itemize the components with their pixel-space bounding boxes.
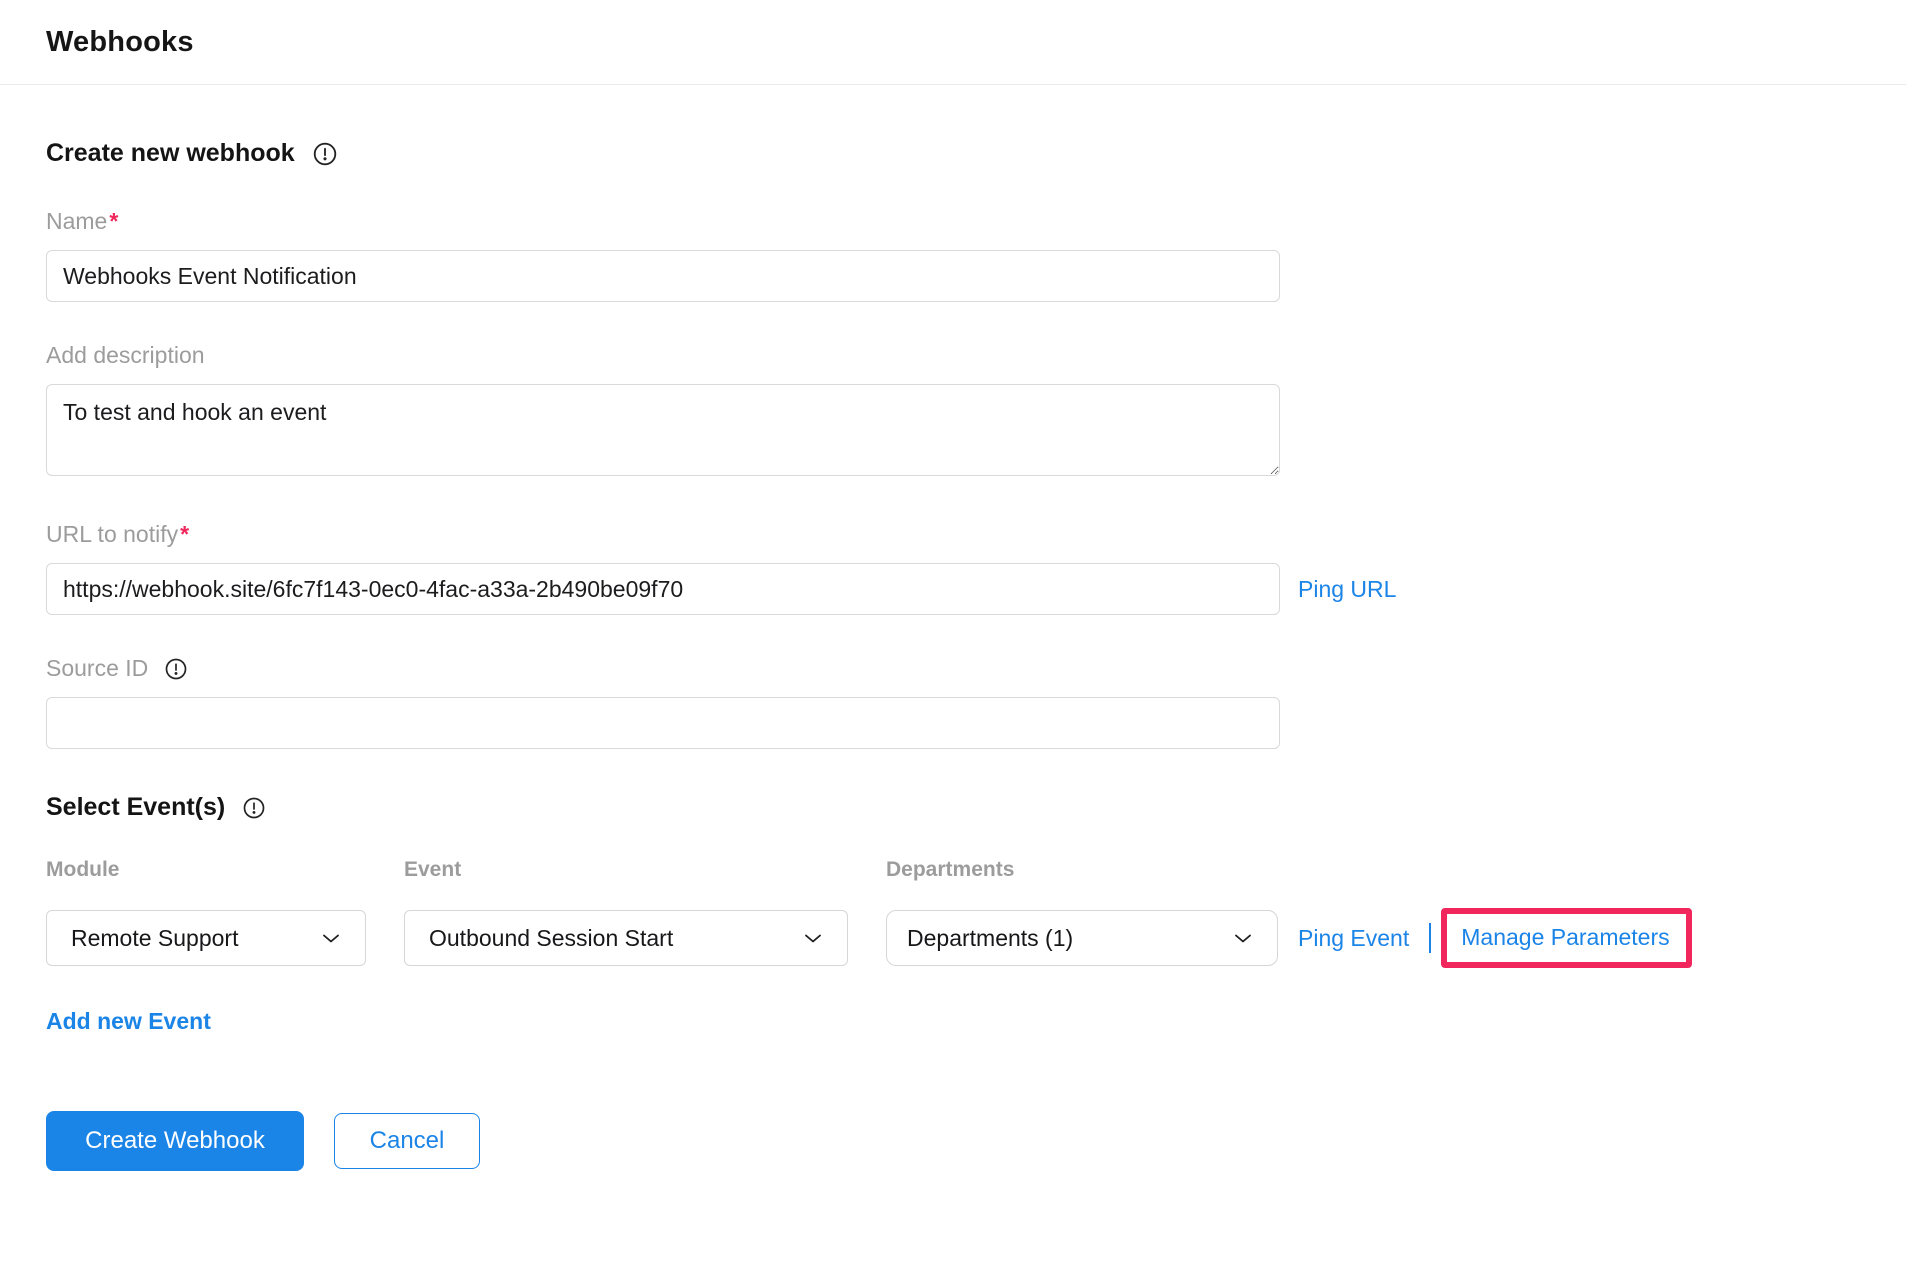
url-field: URL to notify* Ping URL (46, 521, 1860, 615)
page-title: Webhooks (46, 26, 194, 59)
ping-event-link[interactable]: Ping Event (1298, 925, 1409, 952)
annotation-highlight-box: Manage Parameters (1441, 908, 1691, 968)
events-section: Select Event(s) Module Event Departments… (46, 793, 1860, 1035)
vertical-divider (1429, 923, 1431, 953)
form-actions: Create Webhook Cancel (46, 1111, 1860, 1171)
info-icon[interactable] (242, 796, 266, 820)
manage-parameters-link[interactable]: Manage Parameters (1461, 924, 1669, 951)
events-grid: Module Event Departments Remote Support … (46, 858, 1860, 968)
name-field: Name* (46, 208, 1860, 302)
form-heading-row: Create new webhook (46, 139, 1860, 168)
create-webhook-form: Create new webhook Name* Add description… (0, 85, 1906, 1171)
ping-url-link[interactable]: Ping URL (1298, 576, 1396, 603)
event-actions: Ping Event Manage Parameters (1298, 908, 1860, 968)
event-column-label: Event (404, 858, 848, 882)
module-select-value: Remote Support (71, 925, 238, 952)
add-new-event-link[interactable]: Add new Event (46, 1008, 211, 1034)
chevron-down-icon (319, 926, 343, 950)
page-header: Webhooks (0, 0, 1906, 85)
info-icon[interactable] (312, 141, 338, 167)
name-input[interactable] (46, 250, 1280, 302)
events-heading-row: Select Event(s) (46, 793, 1860, 822)
create-webhook-button[interactable]: Create Webhook (46, 1111, 304, 1171)
url-input[interactable] (46, 563, 1280, 615)
name-label: Name* (46, 208, 1860, 235)
description-label: Add description (46, 342, 1860, 369)
required-marker: * (109, 208, 118, 234)
info-icon[interactable] (164, 657, 188, 681)
events-heading: Select Event(s) (46, 793, 225, 822)
module-select[interactable]: Remote Support (46, 910, 366, 966)
departments-select-value: Departments (1) (907, 925, 1073, 952)
event-select[interactable]: Outbound Session Start (404, 910, 848, 966)
source-id-label: Source ID (46, 655, 1860, 682)
chevron-down-icon (801, 926, 825, 950)
description-field: Add description To test and hook an even… (46, 342, 1860, 481)
required-marker: * (180, 521, 189, 547)
chevron-down-icon (1231, 926, 1255, 950)
add-event-row: Add new Event (46, 1008, 1860, 1035)
event-select-value: Outbound Session Start (429, 925, 673, 952)
url-label: URL to notify* (46, 521, 1860, 548)
source-id-input[interactable] (46, 697, 1280, 749)
description-textarea[interactable]: To test and hook an event (46, 384, 1280, 476)
departments-select[interactable]: Departments (1) (886, 910, 1278, 966)
departments-column-label: Departments (886, 858, 1278, 882)
url-row: Ping URL (46, 563, 1860, 615)
module-column-label: Module (46, 858, 366, 882)
form-heading: Create new webhook (46, 139, 295, 168)
cancel-button[interactable]: Cancel (334, 1113, 480, 1169)
source-id-field: Source ID (46, 655, 1860, 749)
